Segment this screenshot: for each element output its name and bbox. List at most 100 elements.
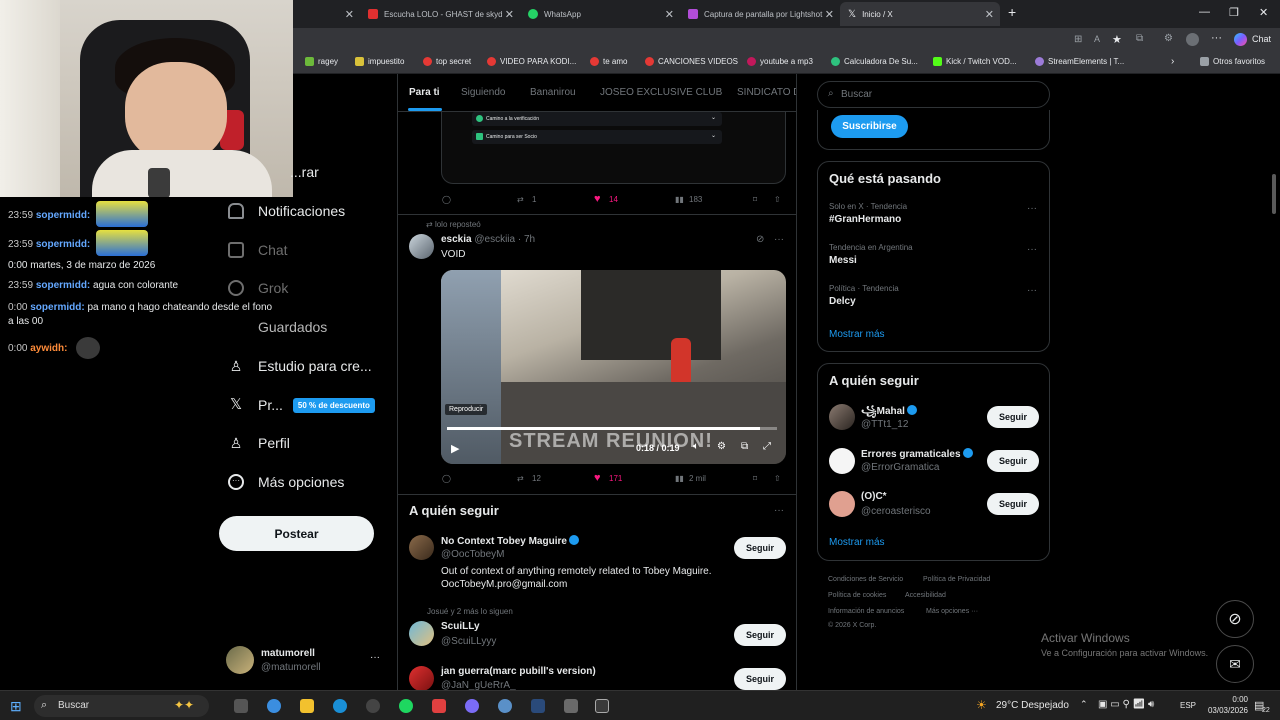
share-icon[interactable]: ⇧	[774, 195, 781, 204]
bookmark-impuestito[interactable]: impuestito	[355, 57, 404, 66]
suggestion-name[interactable]: jan guerra(marc pubill's version)	[441, 666, 596, 677]
close-window-icon[interactable]: ✕	[1259, 6, 1268, 19]
post-media-card[interactable]: Camino a la verificación ⌄ Camino para s…	[441, 112, 786, 184]
show-more-link[interactable]: Mostrar más	[829, 329, 885, 340]
obs-icon[interactable]	[595, 699, 609, 713]
restore-icon[interactable]: ❐	[1229, 6, 1239, 19]
footer-link[interactable]: Política de cookies	[828, 592, 886, 599]
volume-icon[interactable]: 🔈︎	[693, 441, 699, 452]
follow-button[interactable]: Seguir	[734, 537, 786, 559]
nav-item-creator-studio[interactable]: ♙ Estudio para cre...	[228, 358, 372, 374]
browser-tab-3[interactable]: Captura de pantalla por Lightshot ✕	[680, 2, 840, 26]
scrollbar-thumb[interactable]	[1272, 174, 1276, 214]
show-more-link[interactable]: Mostrar más	[829, 537, 885, 548]
tab-sindicato[interactable]: SINDICATO D	[737, 87, 796, 98]
app-icon[interactable]: ⊞	[1074, 34, 1082, 45]
copilot-chat-label[interactable]: Chat	[1252, 34, 1271, 44]
nav-item-bookmarks[interactable]: Guardados	[228, 319, 327, 335]
trend-name[interactable]: #GranHermano	[829, 214, 901, 225]
avatar[interactable]	[829, 448, 855, 474]
subscribe-button[interactable]: Suscribirse	[831, 115, 908, 138]
task-view-icon[interactable]	[234, 699, 248, 713]
bookmark-icon[interactable]: ⌑	[753, 195, 757, 204]
more-icon[interactable]: ···	[774, 505, 784, 516]
avatar[interactable]	[409, 621, 434, 646]
grok-floating-button[interactable]: ⊘	[1216, 600, 1254, 638]
tab-bananirou[interactable]: Bananirou	[530, 87, 576, 98]
share-icon[interactable]: ⇧	[774, 474, 781, 483]
extensions-icon[interactable]: ⚙	[1164, 33, 1173, 44]
avatar[interactable]	[409, 666, 434, 690]
author-name[interactable]: esckia	[441, 234, 472, 245]
app-icon[interactable]	[564, 699, 578, 713]
avatar[interactable]	[409, 234, 434, 259]
grok-icon[interactable]: ⊘	[756, 234, 764, 245]
follow-button[interactable]: Seguir	[734, 624, 786, 646]
close-icon[interactable]: ✕	[985, 8, 994, 21]
tab-joseo[interactable]: JOSEO EXCLUSIVE CLUB	[600, 87, 722, 98]
language-indicator[interactable]: ESP	[1180, 701, 1196, 710]
close-icon[interactable]: ✕	[665, 8, 674, 21]
nav-item-profile[interactable]: ♙ Perfil	[228, 435, 290, 451]
tab-following[interactable]: Siguiendo	[461, 87, 505, 98]
follow-button[interactable]: Seguir	[987, 406, 1039, 428]
footer-link[interactable]: Accesibilidad	[905, 592, 946, 599]
reply-icon[interactable]: ◯	[442, 195, 451, 204]
nav-item-chat[interactable]: Chat	[228, 242, 288, 258]
follow-button[interactable]: Seguir	[734, 668, 786, 690]
other-favorites[interactable]: Otros favoritos	[1200, 57, 1265, 66]
browser-tab-4[interactable]: 𝕏 Inicio / X ✕	[840, 2, 1000, 26]
follow-button[interactable]: Seguir	[987, 493, 1039, 515]
edge-icon[interactable]	[333, 699, 347, 713]
bookmark-top-secret[interactable]: top secret	[423, 57, 471, 66]
browser-tab-2[interactable]: WhatsApp ✕	[520, 2, 680, 26]
new-tab-button[interactable]: +	[1008, 4, 1016, 20]
more-menu-icon[interactable]: ···	[1211, 32, 1222, 44]
reply-icon[interactable]: ◯	[442, 474, 451, 483]
avatar[interactable]	[829, 404, 855, 430]
split-screen-icon[interactable]: ⧉	[1136, 33, 1143, 44]
footer-link[interactable]: Más opciones ···	[926, 608, 978, 615]
bookmark-youtube-mp3[interactable]: youtube a mp3	[747, 57, 813, 66]
trend-name[interactable]: Delcy	[829, 296, 856, 307]
search-input[interactable]: Buscar	[841, 89, 872, 100]
nav-item-notifications[interactable]: Notificaciones	[228, 203, 345, 219]
file-explorer-icon[interactable]	[300, 699, 314, 713]
nav-item-more-options[interactable]: ··· Más opciones	[228, 474, 344, 490]
suggestion-name[interactable]: No Context Tobey Maguire	[441, 536, 567, 547]
footer-link[interactable]: Información de anuncios	[828, 608, 904, 615]
steam-icon[interactable]	[531, 699, 545, 713]
post-button[interactable]: Postear	[219, 516, 374, 551]
more-icon[interactable]: ···	[1027, 203, 1037, 214]
app-icon[interactable]	[366, 699, 380, 713]
views-icon[interactable]: ▮▮	[675, 195, 684, 204]
account-name[interactable]: matumorell	[261, 648, 315, 659]
weather-label[interactable]: 29°C Despejado	[996, 700, 1069, 711]
browser-tab-0[interactable]: ✕	[296, 2, 360, 26]
play-icon[interactable]: ▶	[451, 442, 459, 455]
chevron-right-icon[interactable]: ›	[1171, 56, 1174, 67]
nav-item-explore[interactable]: ...rar	[290, 164, 319, 180]
read-aloud-icon[interactable]: A	[1094, 34, 1100, 44]
like-icon[interactable]: ♥	[594, 472, 601, 484]
bookmark-canciones[interactable]: CANCIONES VIDEOS	[645, 57, 738, 66]
app-icon[interactable]	[432, 699, 446, 713]
more-icon[interactable]: ···	[1027, 244, 1037, 255]
bookmark-ragey[interactable]: ragey	[305, 57, 338, 66]
pip-icon[interactable]: ⧉	[741, 441, 748, 452]
video-progress-track[interactable]	[447, 427, 777, 430]
favorite-star-icon[interactable]: ★	[1112, 33, 1122, 46]
account-more-icon[interactable]: ···	[370, 652, 380, 663]
bookmark-video-kodi[interactable]: VIDEO PARA KODI...	[487, 57, 576, 66]
edge-icon[interactable]	[267, 699, 281, 713]
views-icon[interactable]: ▮▮	[675, 474, 684, 483]
bookmark-kick[interactable]: Kick / Twitch VOD...	[933, 57, 1017, 66]
copilot-icon[interactable]	[1234, 33, 1247, 46]
trend-name[interactable]: Messi	[829, 255, 857, 266]
bookmark-calculadora[interactable]: Calculadora De Su...	[831, 57, 918, 66]
repost-icon[interactable]: ⇄	[517, 195, 524, 204]
suggestion-name[interactable]: Errores gramaticales	[861, 449, 961, 460]
bookmark-streamelements[interactable]: StreamElements | T...	[1035, 57, 1124, 66]
bookmark-te-amo[interactable]: te amo	[590, 57, 627, 66]
settings-icon[interactable]: ⚙	[717, 441, 726, 452]
